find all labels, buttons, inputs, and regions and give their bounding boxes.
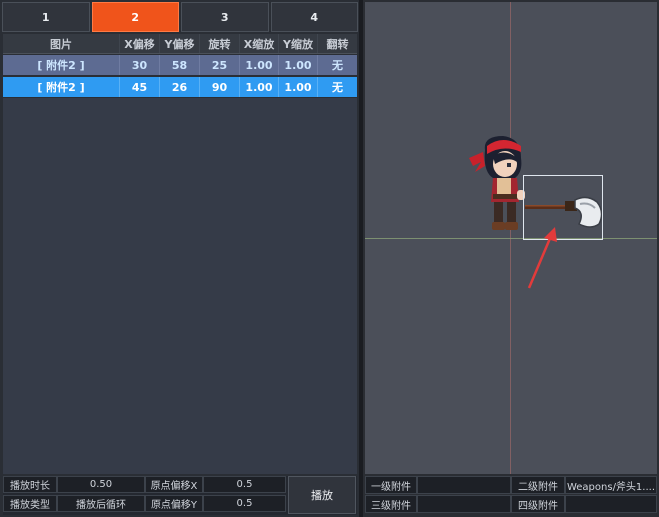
origin-x-input[interactable]: 0.5	[203, 476, 286, 493]
preview-canvas[interactable]	[365, 2, 657, 474]
play-button[interactable]: 播放	[288, 476, 356, 514]
tab-1[interactable]: 1	[2, 2, 90, 32]
cell-rotation: 90	[200, 77, 240, 97]
header-x-scale[interactable]: X缩放	[240, 34, 279, 53]
attachment-levels: 一级附件 二级附件 Weapons/斧头1.... 三级附件 四级附件	[365, 476, 657, 516]
cell-flip: 无	[332, 81, 343, 94]
attachment-table: 图片 X偏移 Y偏移 旋转 X缩放 Y缩放 翻转 [ 附件2 ] 30 58 2…	[3, 34, 357, 97]
cell-image: [ 附件2 ]	[3, 55, 120, 75]
level2-field[interactable]: Weapons/斧头1....	[565, 476, 657, 494]
playback-settings: 播放时长 0.50 原点偏移X 0.5 播放类型 播放后循环 原点偏移Y 0.5…	[3, 476, 357, 515]
cell-x-scale: 1.00	[240, 77, 279, 97]
header-flip[interactable]: 翻转	[318, 34, 357, 53]
play-type-select[interactable]: 播放后循环	[57, 495, 145, 512]
level3-label: 三级附件	[365, 495, 417, 513]
header-y-scale[interactable]: Y缩放	[279, 34, 318, 53]
tab-3[interactable]: 3	[181, 2, 269, 32]
level1-field[interactable]	[417, 476, 511, 494]
duration-label: 播放时长	[3, 476, 57, 493]
cell-x-offset: 45	[120, 77, 160, 97]
header-x-offset[interactable]: X偏移	[120, 34, 160, 53]
cell-image: [ 附件2 ]	[3, 77, 120, 97]
level3-field[interactable]	[417, 495, 511, 513]
preview-panel: 一级附件 二级附件 Weapons/斧头1.... 三级附件 四级附件	[363, 0, 659, 517]
header-image[interactable]: 图片	[3, 34, 120, 53]
origin-x-label: 原点偏移X	[145, 476, 203, 493]
cell-x-offset: 30	[120, 55, 160, 75]
table-row-selected[interactable]: [ 附件2 ] 45 26 90 1.00 1.00 无	[3, 77, 357, 97]
cell-y-scale: 1.00	[279, 77, 318, 97]
table-row[interactable]: [ 附件2 ] 30 58 25 1.00 1.00 无	[3, 55, 357, 75]
tab-4[interactable]: 4	[270, 2, 358, 32]
attachment-tabs: 1 2 3 4	[2, 2, 358, 32]
cell-x-scale: 1.00	[240, 55, 279, 75]
level4-field[interactable]	[565, 495, 657, 513]
header-y-offset[interactable]: Y偏移	[160, 34, 200, 53]
play-type-label: 播放类型	[3, 495, 57, 512]
level4-label: 四级附件	[511, 495, 565, 513]
header-rotation[interactable]: 旋转	[200, 34, 240, 53]
duration-input[interactable]: 0.50	[57, 476, 145, 493]
pointer-arrow	[527, 227, 557, 289]
table-header: 图片 X偏移 Y偏移 旋转 X缩放 Y缩放 翻转	[3, 34, 357, 54]
cell-y-offset: 58	[160, 55, 200, 75]
level1-label: 一级附件	[365, 476, 417, 494]
cell-y-offset: 26	[160, 77, 200, 97]
level2-label: 二级附件	[511, 476, 565, 494]
cell-flip: 无	[332, 59, 343, 72]
tab-2[interactable]: 2	[91, 2, 179, 32]
cell-y-scale: 1.00	[279, 55, 318, 75]
origin-y-input[interactable]: 0.5	[203, 495, 286, 512]
table-empty-area[interactable]	[3, 98, 357, 474]
attachment-editor-panel: 1 2 3 4 图片 X偏移 Y偏移 旋转 X缩放 Y缩放 翻转 [ 附件2 ]…	[0, 0, 359, 517]
origin-y-label: 原点偏移Y	[145, 495, 203, 512]
cell-rotation: 25	[200, 55, 240, 75]
